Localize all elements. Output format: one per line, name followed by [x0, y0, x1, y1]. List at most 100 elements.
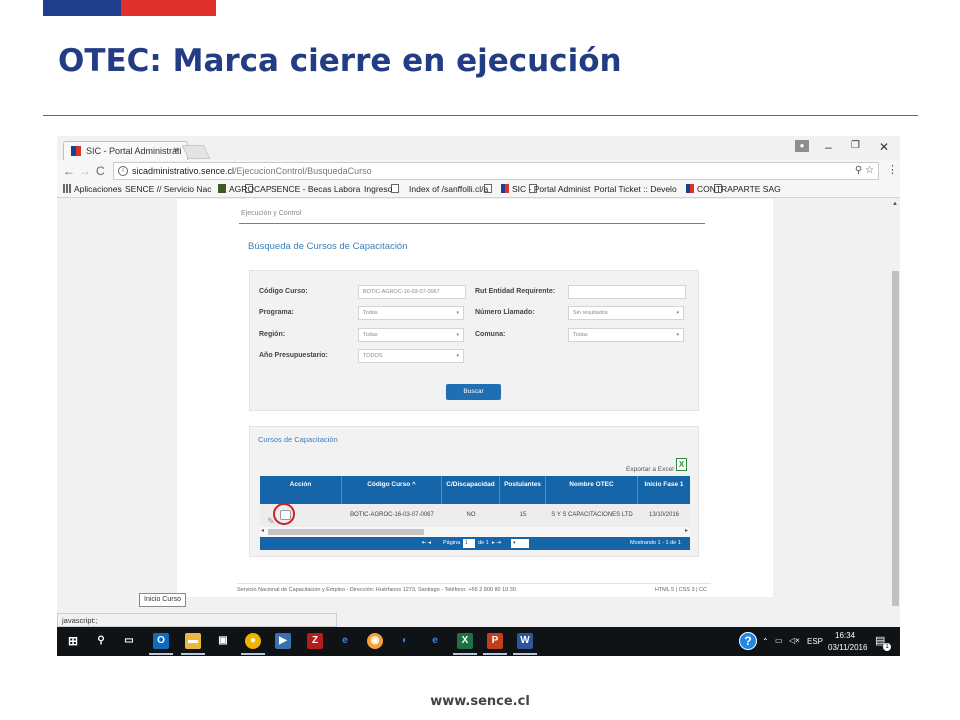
- reload-icon[interactable]: C: [96, 164, 105, 178]
- excel-icon[interactable]: X: [676, 458, 687, 471]
- file-explorer-icon[interactable]: ▬: [185, 633, 201, 649]
- comuna-select[interactable]: Todas ▾: [568, 328, 684, 342]
- bookmark-contraparte[interactable]: CONTRAPARTE SAG: [686, 184, 781, 194]
- excel-taskbar-icon[interactable]: X: [457, 633, 473, 649]
- bookmark-becas[interactable]: SENCE - Becas Labora: [271, 184, 399, 194]
- chrome-icon[interactable]: ●: [245, 633, 261, 649]
- bookmark-apps[interactable]: Aplicaciones: [63, 184, 122, 194]
- region-select[interactable]: Todas ▾: [358, 328, 464, 342]
- bookmark-sence[interactable]: SENCE // Servicio Nac: [125, 184, 253, 194]
- web-page: Ejecución y Control Búsqueda de Cursos d…: [177, 199, 773, 597]
- internet-explorer-icon[interactable]: e: [427, 633, 443, 649]
- page-number-input[interactable]: 1: [463, 539, 475, 548]
- highlight-circle: [273, 504, 295, 525]
- notification-count: 1: [883, 643, 891, 651]
- codigo-label: Código Curso:: [259, 288, 308, 295]
- bookmark-ticket[interactable]: Portal Ticket :: Develo: [594, 184, 722, 194]
- app-icon[interactable]: ◉: [367, 633, 383, 649]
- powerpoint-icon[interactable]: P: [487, 633, 503, 649]
- cell-inicio: 13/10/2016: [648, 512, 680, 518]
- media-player-icon[interactable]: ▶: [275, 633, 291, 649]
- next-page-icon[interactable]: ▸ ⇥: [492, 540, 501, 546]
- cortana-icon[interactable]: ◐: [397, 633, 413, 649]
- outlook-icon[interactable]: O: [153, 633, 169, 649]
- programa-value: Todos: [363, 310, 378, 316]
- llamado-select[interactable]: Sin resultados ▾: [568, 306, 684, 320]
- user-profile-icon[interactable]: ●: [795, 140, 809, 152]
- slide: OTEC: Marca cierre en ejecución SIC - Po…: [0, 0, 960, 720]
- sence-icon: [686, 184, 694, 193]
- anio-value: TODOS: [363, 353, 383, 359]
- page-size-select[interactable]: ▾: [511, 539, 529, 548]
- table-horizontal-scrollbar[interactable]: ◂ ▸: [260, 527, 690, 537]
- chevron-down-icon: ▾: [676, 310, 679, 316]
- cell-postulantes: 15: [519, 512, 527, 518]
- edge-icon[interactable]: e: [337, 633, 353, 649]
- flag-red-bar: [121, 0, 216, 16]
- chevron-down-icon: ▾: [676, 332, 679, 338]
- store-icon[interactable]: ▣: [215, 633, 231, 649]
- anio-label: Año Presupuestario:: [259, 352, 328, 359]
- col-discapacidad[interactable]: C/Discapacidad: [442, 476, 500, 504]
- status-bar: javascript:;: [57, 613, 337, 627]
- comuna-label: Comuna:: [475, 331, 506, 338]
- action-cell: ✎: [260, 504, 342, 527]
- export-excel-link[interactable]: Exportar a Excel: [626, 466, 674, 473]
- close-window-button[interactable]: ✕: [879, 140, 889, 154]
- scroll-thumb[interactable]: [268, 529, 424, 535]
- bookmark-ingreso[interactable]: Ingreso: [364, 184, 492, 194]
- programa-select[interactable]: Todos ▾: [358, 306, 464, 320]
- menu-kebab-icon[interactable]: ⋮: [887, 163, 898, 176]
- word-icon[interactable]: W: [517, 633, 533, 649]
- col-otec[interactable]: Nombre OTEC: [546, 476, 638, 504]
- zoom-icon[interactable]: ⚲ ☆: [855, 165, 874, 176]
- bookmark-index[interactable]: Index of /sanffolli.cl/a: [409, 184, 537, 194]
- network-icon[interactable]: ▭: [775, 636, 783, 645]
- browser-window: SIC - Portal Administrati × ● – ❐ ✕ ← → …: [57, 136, 900, 656]
- back-arrow-icon[interactable]: ←: [63, 164, 75, 178]
- task-view-icon[interactable]: ▭: [121, 633, 137, 649]
- programa-label: Programa:: [259, 309, 295, 316]
- col-codigo[interactable]: Código Curso ^: [342, 476, 442, 504]
- col-postulantes[interactable]: Postulantes: [500, 476, 546, 504]
- help-icon[interactable]: ?: [739, 632, 757, 650]
- search-form-panel: Código Curso: BOTIC-AGROC-16-03-07-0067 …: [249, 270, 699, 411]
- codigo-input[interactable]: BOTIC-AGROC-16-03-07-0067: [358, 285, 466, 299]
- cell-discapacidad: NO: [466, 512, 476, 518]
- bookmark-agrocap[interactable]: AGROCAP: [218, 184, 272, 194]
- language-indicator[interactable]: ESP: [807, 637, 823, 646]
- browser-tab[interactable]: SIC - Portal Administrati ×: [63, 141, 188, 160]
- scroll-left-icon[interactable]: ◂: [261, 527, 264, 534]
- vertical-scrollbar[interactable]: ▲: [891, 199, 900, 621]
- url-input[interactable]: i sicadministrativo.sence.cl/EjecucionCo…: [113, 162, 879, 180]
- minimize-button[interactable]: –: [825, 140, 832, 154]
- tray-chevron-icon[interactable]: ⌃: [762, 637, 769, 646]
- clock-date[interactable]: 03/11/2016: [828, 643, 867, 652]
- vertical-scroll-thumb[interactable]: [892, 271, 899, 606]
- search-button[interactable]: Buscar: [446, 384, 501, 400]
- apps-icon: [63, 184, 71, 193]
- breadcrumb: Ejecución y Control: [241, 210, 302, 217]
- tab-close-icon[interactable]: ×: [173, 145, 179, 156]
- filezilla-icon[interactable]: Z: [307, 633, 323, 649]
- volume-icon[interactable]: ◁×: [789, 636, 800, 645]
- scroll-up-icon[interactable]: ▲: [892, 201, 898, 207]
- first-page-icon[interactable]: ⇤ ◂: [422, 540, 431, 546]
- site-info-icon[interactable]: i: [118, 166, 128, 176]
- search-icon[interactable]: ⚲: [93, 633, 109, 649]
- bookmark-sic[interactable]: SIC - Portal Administ: [501, 184, 590, 194]
- rut-input[interactable]: [568, 285, 686, 299]
- anio-select[interactable]: TODOS ▾: [358, 349, 464, 363]
- sence-icon: [501, 184, 509, 193]
- rut-label: Rut Entidad Requirente:: [475, 288, 556, 295]
- slide-title: OTEC: Marca cierre en ejecución: [58, 43, 622, 79]
- clock-time[interactable]: 16:34: [835, 631, 855, 640]
- restore-button[interactable]: ❐: [851, 140, 860, 151]
- results-title: Cursos de Capacitación: [258, 435, 338, 444]
- url-host: sicadministrativo.sence.cl: [132, 166, 235, 176]
- scroll-right-icon[interactable]: ▸: [685, 527, 688, 534]
- forward-arrow-icon[interactable]: →: [79, 164, 91, 178]
- col-inicio[interactable]: Inicio Fase 1: [638, 476, 690, 504]
- col-accion[interactable]: Acción: [260, 476, 342, 504]
- windows-start-icon[interactable]: ⊞: [65, 633, 81, 649]
